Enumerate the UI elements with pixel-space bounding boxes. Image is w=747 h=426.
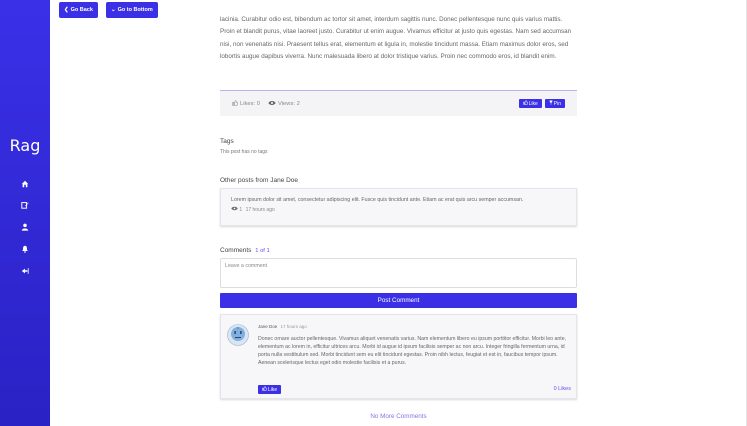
bell-icon[interactable] xyxy=(17,243,33,255)
comments-page-info: 1 of 1 xyxy=(255,248,270,254)
no-more-comments: No More Comments xyxy=(370,413,427,420)
go-to-bottom-label: Go to Bottom xyxy=(117,7,153,13)
go-back-button[interactable]: ❮ Go Back xyxy=(59,2,98,18)
go-to-bottom-button[interactable]: ⌄ Go to Bottom xyxy=(106,2,158,18)
like-post-button[interactable]: Like xyxy=(518,99,542,108)
comment-input[interactable]: Leave a comment xyxy=(220,258,577,288)
comments-title-label: Comments xyxy=(220,247,252,254)
brand-logo[interactable]: Rag xyxy=(0,136,50,155)
other-post-views: 1 xyxy=(239,206,243,213)
pin-post-button[interactable]: Pin xyxy=(544,99,565,108)
other-posts-title: Other posts from Jane Doe xyxy=(220,177,299,184)
like-post-label: Like xyxy=(528,100,538,107)
post-body: lacinia. Curabitur odio est, bibendum ac… xyxy=(220,16,572,60)
go-back-label: Go Back xyxy=(70,7,93,13)
comment-body: Donec ornare auctor pellentesque. Vivamu… xyxy=(258,336,567,367)
thumbs-up-icon xyxy=(232,99,238,108)
views-count: Views: 2 xyxy=(277,100,300,107)
tags-title: Tags xyxy=(220,138,234,145)
avatar xyxy=(227,324,249,346)
edit-icon[interactable] xyxy=(17,199,33,211)
thumbs-up-icon xyxy=(262,386,267,393)
home-icon[interactable] xyxy=(17,178,33,190)
other-post-time: 17 hours ago xyxy=(245,206,275,213)
comment-author: Jane Doe xyxy=(258,324,278,329)
pin-post-label: Pin xyxy=(553,100,561,107)
thumbs-up-icon xyxy=(522,100,528,107)
other-post-card[interactable]: Lorem ipsum dolor sit amet, consectetur … xyxy=(220,188,577,226)
chevron-left-icon: ❮ xyxy=(64,7,69,13)
views-stat: Views: 2 xyxy=(268,100,300,108)
likes-stat: Likes: 0 xyxy=(232,99,260,108)
comment-header: Jane Doe 17 hours ago xyxy=(258,324,307,329)
comments-title: Comments 1 of 1 xyxy=(220,247,270,254)
comment-likes-count: 0 Likes xyxy=(553,386,571,392)
chevron-down-icon: ⌄ xyxy=(111,7,116,13)
tags-empty-text: This post has no tags xyxy=(220,149,268,155)
likes-count: Likes: 0 xyxy=(240,100,260,107)
sidebar: Rag xyxy=(0,0,50,426)
post-stats-bar: Likes: 0 Views: 2 Like Pin xyxy=(220,90,577,116)
post-comment-button[interactable]: Post Comment xyxy=(220,293,577,308)
like-comment-button[interactable]: Like xyxy=(258,385,282,394)
comment-time: 17 hours ago xyxy=(280,324,307,329)
logout-icon[interactable] xyxy=(17,265,33,277)
like-comment-label: Like xyxy=(268,386,278,393)
other-post-excerpt: Lorem ipsum dolor sit amet, consectetur … xyxy=(231,197,524,203)
comment-placeholder: Leave a comment xyxy=(225,263,268,269)
eye-icon xyxy=(268,100,276,108)
other-post-meta: 1 17 hours ago xyxy=(231,206,566,213)
user-icon[interactable] xyxy=(17,221,33,233)
pin-icon xyxy=(549,100,553,107)
comment-card: Jane Doe 17 hours ago Donec ornare aucto… xyxy=(220,314,577,399)
